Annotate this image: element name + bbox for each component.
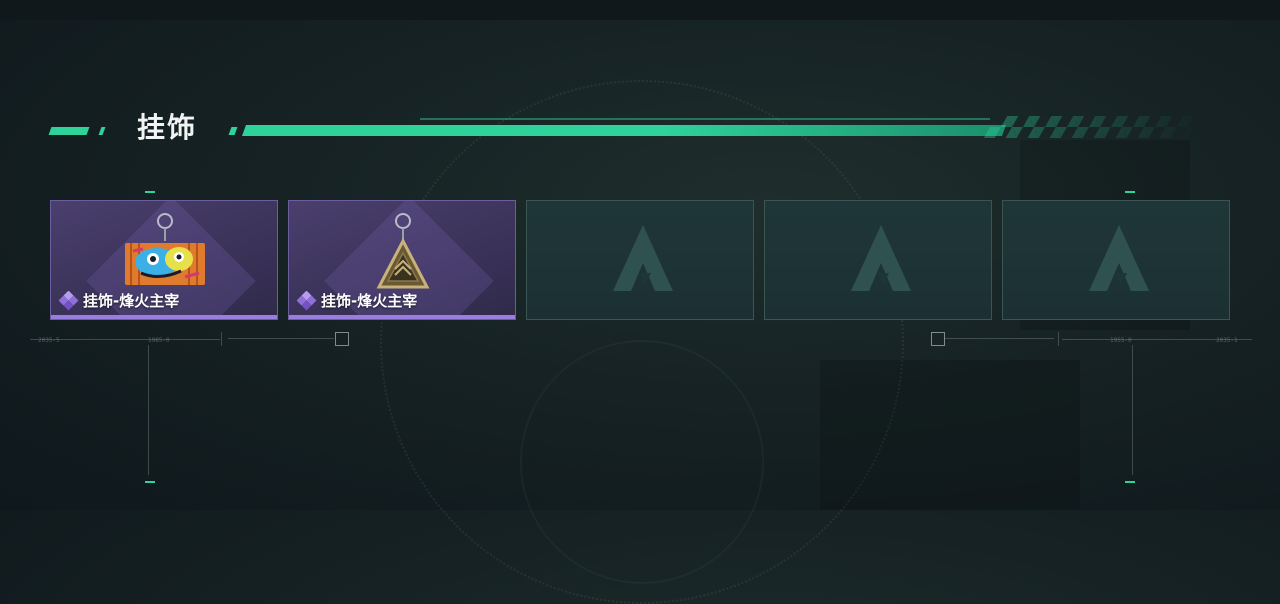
corner-tick [1125,191,1135,193]
hud-square [931,332,945,346]
graffiti-box-charm-icon [125,213,205,285]
hud-line [944,338,1054,339]
item-label: 挂饰-烽火主宰 [59,290,179,311]
background-structure [820,360,1080,510]
item-name: 挂饰-烽火主宰 [321,292,418,310]
hud-line [228,338,334,339]
rarity-underline [289,315,515,319]
hud-label: 1955-0 [1110,337,1132,344]
charm-slot-row: 挂饰-烽火主宰 挂饰-烽火主宰 [50,200,1230,320]
header-accent-dash [98,127,106,135]
item-label: 挂饰-烽火主宰 [297,290,417,311]
corner-tick [145,481,155,483]
header-accent-dash [48,127,90,135]
hud-tick [221,332,222,346]
item-name: 挂饰-烽火主宰 [83,292,180,310]
section-title: 挂饰 [137,111,198,144]
section-header: 挂饰 [0,100,1280,160]
charm-slot-1[interactable]: 挂饰-烽火主宰 [50,200,278,320]
header-accent-bar [241,125,1007,136]
corner-tick [145,191,155,193]
hud-vertical-line [1132,345,1133,475]
charm-slot-5-empty[interactable] [1002,200,1230,320]
rarity-underline [51,315,277,319]
header-accent-dash [228,127,238,135]
charm-slot-4-empty[interactable] [764,200,992,320]
hud-square [335,332,349,346]
header-thin-line [420,118,990,120]
purple-diamond-icon [59,290,79,310]
a-emblem-icon [1089,225,1149,291]
hud-tick [1058,332,1059,346]
header-checker-pattern [983,116,1207,138]
a-emblem-icon [613,225,673,291]
corner-tick [1125,481,1135,483]
charm-slot-2[interactable]: 挂饰-烽火主宰 [288,200,516,320]
purple-diamond-icon [297,290,317,310]
hud-label: 2035-5 [38,337,60,344]
hud-vertical-line [148,345,149,475]
top-bar [0,0,1280,20]
triangle-pendant-charm-icon [376,213,430,289]
hud-label: 1985-0 [148,337,170,344]
charm-slot-3-empty[interactable] [526,200,754,320]
a-emblem-icon [851,225,911,291]
hud-label: 2035-1 [1216,337,1238,344]
background-ring-inner [520,340,764,584]
